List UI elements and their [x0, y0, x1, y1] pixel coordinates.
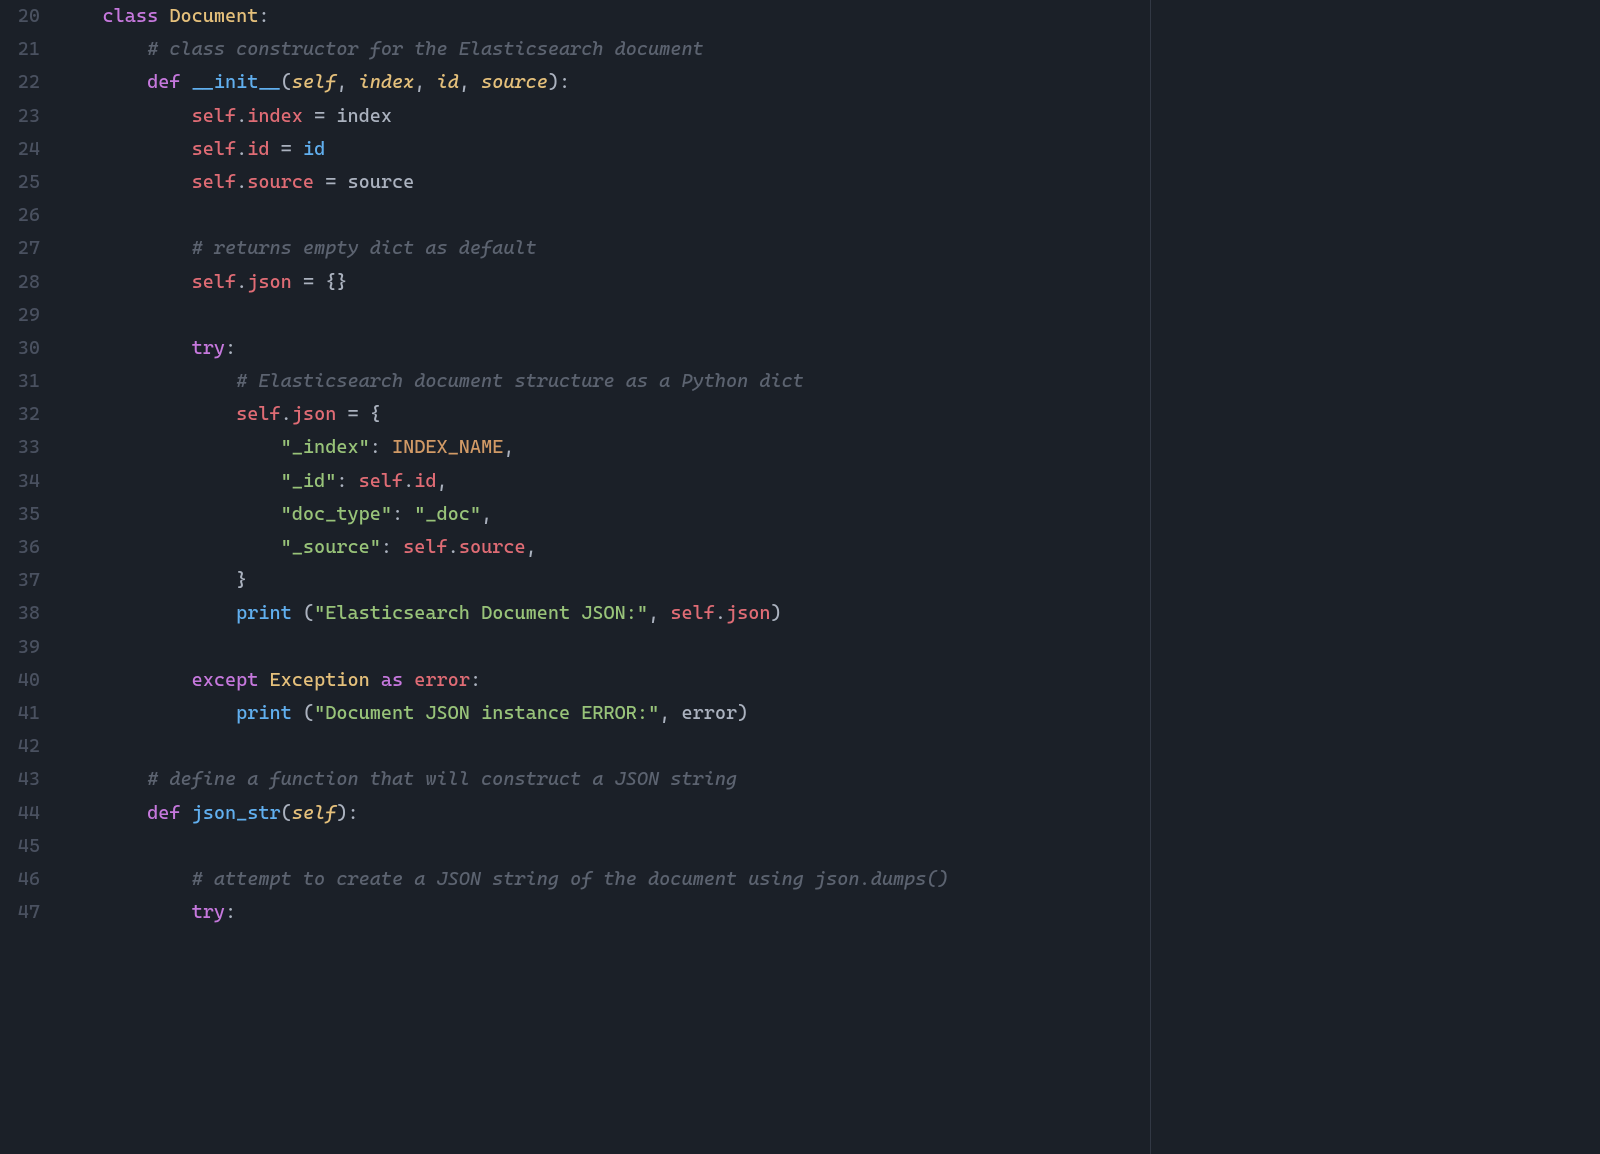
line-number: 31 — [0, 365, 40, 398]
code-line[interactable]: # Elasticsearch document structure as a … — [58, 365, 1600, 398]
editor-ruler — [1150, 0, 1151, 1154]
code-line[interactable]: self.source = source — [58, 166, 1600, 199]
line-number: 34 — [0, 465, 40, 498]
line-number: 24 — [0, 133, 40, 166]
code-editor[interactable]: 2021222324252627282930313233343536373839… — [0, 0, 1600, 1154]
code-line[interactable]: try: — [58, 896, 1600, 929]
line-number: 44 — [0, 797, 40, 830]
line-number: 21 — [0, 33, 40, 66]
line-number: 29 — [0, 299, 40, 332]
line-number: 33 — [0, 431, 40, 464]
line-number-gutter: 2021222324252627282930313233343536373839… — [0, 0, 58, 1154]
line-number: 40 — [0, 664, 40, 697]
code-line[interactable]: self.json = { — [58, 398, 1600, 431]
code-line[interactable]: # class constructor for the Elasticsearc… — [58, 33, 1600, 66]
code-line[interactable]: def json_str(self): — [58, 797, 1600, 830]
code-line[interactable]: "doc_type": "_doc", — [58, 498, 1600, 531]
code-line[interactable]: print ("Elasticsearch Document JSON:", s… — [58, 597, 1600, 630]
code-line[interactable]: "_id": self.id, — [58, 465, 1600, 498]
line-number: 45 — [0, 830, 40, 863]
line-number: 42 — [0, 730, 40, 763]
code-line[interactable]: self.index = index — [58, 100, 1600, 133]
code-line[interactable] — [58, 299, 1600, 332]
code-line[interactable] — [58, 730, 1600, 763]
line-number: 28 — [0, 266, 40, 299]
line-number: 25 — [0, 166, 40, 199]
line-number: 22 — [0, 66, 40, 99]
line-number: 32 — [0, 398, 40, 431]
line-number: 39 — [0, 631, 40, 664]
code-line[interactable]: # returns empty dict as default — [58, 232, 1600, 265]
code-line[interactable]: "_source": self.source, — [58, 531, 1600, 564]
code-area[interactable]: class Document: # class constructor for … — [58, 0, 1600, 1154]
code-line[interactable]: # define a function that will construct … — [58, 763, 1600, 796]
code-line[interactable]: self.json = {} — [58, 266, 1600, 299]
line-number: 27 — [0, 232, 40, 265]
code-line[interactable]: class Document: — [58, 0, 1600, 33]
line-number: 43 — [0, 763, 40, 796]
line-number: 46 — [0, 863, 40, 896]
line-number: 38 — [0, 597, 40, 630]
code-line[interactable]: def __init__(self, index, id, source): — [58, 66, 1600, 99]
line-number: 30 — [0, 332, 40, 365]
line-number: 47 — [0, 896, 40, 929]
line-number: 35 — [0, 498, 40, 531]
code-line[interactable]: # attempt to create a JSON string of the… — [58, 863, 1600, 896]
code-line[interactable]: "_index": INDEX_NAME, — [58, 431, 1600, 464]
code-line[interactable] — [58, 199, 1600, 232]
line-number: 41 — [0, 697, 40, 730]
line-number: 26 — [0, 199, 40, 232]
code-line[interactable]: print ("Document JSON instance ERROR:", … — [58, 697, 1600, 730]
code-line[interactable]: try: — [58, 332, 1600, 365]
code-line[interactable] — [58, 631, 1600, 664]
code-line[interactable]: except Exception as error: — [58, 664, 1600, 697]
code-line[interactable]: } — [58, 564, 1600, 597]
code-line[interactable]: self.id = id — [58, 133, 1600, 166]
line-number: 20 — [0, 0, 40, 33]
line-number: 23 — [0, 100, 40, 133]
line-number: 37 — [0, 564, 40, 597]
code-line[interactable] — [58, 830, 1600, 863]
line-number: 36 — [0, 531, 40, 564]
